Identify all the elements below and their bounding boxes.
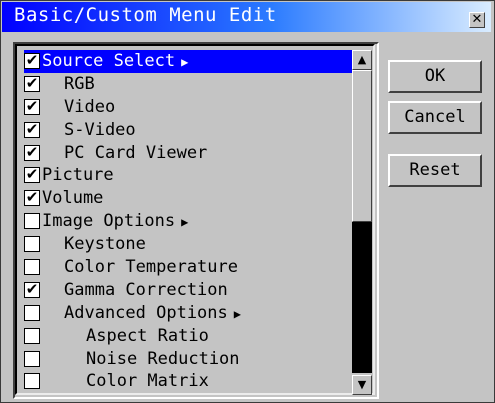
checkbox[interactable]: [24, 236, 40, 253]
list-item-text: Noise Reduction: [86, 348, 240, 369]
list-item[interactable]: Noise Reduction: [24, 348, 354, 371]
list-item[interactable]: Color Temperature: [24, 256, 354, 279]
submenu-arrow-icon: ▶: [181, 55, 189, 69]
checkmark-icon: ✔: [25, 73, 39, 92]
checkmark-icon: ✔: [25, 142, 39, 161]
scroll-track[interactable]: [352, 70, 372, 373]
checkbox[interactable]: [24, 259, 40, 276]
list-item-label: Advanced Options ▶: [64, 302, 241, 325]
list-item-label: Aspect Ratio: [86, 325, 209, 347]
window-title: Basic/Custom Menu Edit: [14, 4, 277, 26]
list-item[interactable]: Aspect Ratio: [24, 325, 354, 348]
title-bar[interactable]: Basic/Custom Menu Edit ✕: [2, 2, 491, 32]
list-item-text: Source Select: [42, 51, 176, 71]
list-item-label: Keystone: [64, 233, 146, 255]
scroll-thumb[interactable]: [352, 70, 372, 222]
checkbox[interactable]: ✔: [24, 73, 40, 92]
list-item-label: Volume: [42, 187, 103, 209]
list-item-label: Source Select ▶: [42, 50, 188, 73]
submenu-arrow-icon: ▶: [233, 306, 241, 321]
list-item[interactable]: ✔ S-Video: [24, 119, 354, 142]
list-rows: ✔ Source Select ▶ ✔ RGB ✔ Video ✔ S-Video ✔ PC Car…: [24, 50, 354, 393]
list-item-label: Picture: [42, 164, 114, 186]
list-item-label: RGB: [64, 73, 95, 95]
list-item-label: Color Temperature: [64, 256, 238, 278]
checkbox[interactable]: ✔: [24, 51, 40, 69]
list-item-label: Gamma Correction: [64, 279, 228, 301]
list-item-text: Gamma Correction: [64, 279, 228, 300]
scroll-down-icon[interactable]: ▼: [352, 375, 372, 395]
list-item[interactable]: ✔ Volume: [24, 187, 354, 210]
list-item-text: Image Options: [42, 211, 176, 232]
submenu-arrow-icon: ▶: [181, 215, 189, 230]
checkmark-icon: ✔: [25, 188, 39, 207]
list-item-label: S-Video: [64, 119, 136, 141]
list-item[interactable]: ✔ Picture: [24, 164, 354, 187]
checkbox[interactable]: [24, 350, 40, 367]
checkmark-icon: ✔: [25, 96, 39, 115]
list-item-text: Video: [64, 96, 116, 117]
menu-edit-dialog: Basic/Custom Menu Edit ✕ ✔ Source Select ▶…: [0, 0, 495, 403]
checkbox[interactable]: [24, 327, 40, 344]
checkmark-icon: ✔: [25, 119, 39, 138]
vertical-scrollbar[interactable]: ▲ ▼: [352, 50, 372, 395]
list-item-text: Advanced Options: [64, 302, 228, 323]
scroll-up-icon[interactable]: ▲: [352, 50, 372, 70]
checkbox[interactable]: [24, 304, 40, 321]
reset-button[interactable]: Reset: [388, 154, 482, 187]
list-item-label: Image Options ▶: [42, 210, 188, 233]
list-item[interactable]: ✔ RGB: [24, 73, 354, 96]
checkbox[interactable]: ✔: [24, 279, 40, 298]
checkmark-icon: ✔: [25, 165, 39, 184]
list-item-text: Keystone: [64, 234, 146, 255]
list-item-text: Volume: [42, 188, 104, 209]
checkmark-icon: ✔: [25, 51, 39, 69]
list-item-label: Color Matrix: [86, 370, 209, 392]
list-item-text: RGB: [64, 73, 95, 94]
list-item[interactable]: ✔ PC Card Viewer: [24, 142, 354, 165]
close-icon[interactable]: ✕: [469, 12, 485, 28]
list-item[interactable]: Keystone: [24, 233, 354, 256]
list-item[interactable]: ✔ Source Select ▶: [24, 50, 354, 73]
checkbox[interactable]: ✔: [24, 142, 40, 161]
list-item[interactable]: ✔ Gamma Correction: [24, 279, 354, 302]
list-item-label: Noise Reduction: [86, 348, 240, 370]
menu-item-list[interactable]: ✔ Source Select ▶ ✔ RGB ✔ Video ✔ S-Video ✔ PC Car…: [13, 42, 379, 399]
cancel-button[interactable]: Cancel: [388, 101, 482, 134]
list-item-text: PC Card Viewer: [64, 142, 208, 163]
checkbox[interactable]: ✔: [24, 188, 40, 207]
checkmark-icon: ✔: [25, 279, 39, 298]
list-item-text: Picture: [42, 165, 114, 186]
checkbox[interactable]: ✔: [24, 165, 40, 184]
checkbox[interactable]: ✔: [24, 96, 40, 115]
list-item-label: PC Card Viewer: [64, 142, 207, 164]
list-item-text: Color Matrix: [86, 371, 209, 392]
list-item-label: Video: [64, 96, 115, 118]
list-item[interactable]: Advanced Options ▶: [24, 302, 354, 325]
list-item[interactable]: ✔ Video: [24, 96, 354, 119]
list-item-text: S-Video: [64, 119, 136, 140]
checkbox[interactable]: [24, 373, 40, 390]
checkbox[interactable]: ✔: [24, 119, 40, 138]
list-item-text: Aspect Ratio: [86, 325, 209, 346]
ok-button[interactable]: OK: [388, 60, 482, 93]
checkbox[interactable]: [24, 213, 40, 230]
list-item[interactable]: Image Options ▶: [24, 210, 354, 233]
list-item-text: Color Temperature: [64, 257, 238, 278]
list-item[interactable]: Color Matrix: [24, 370, 354, 393]
